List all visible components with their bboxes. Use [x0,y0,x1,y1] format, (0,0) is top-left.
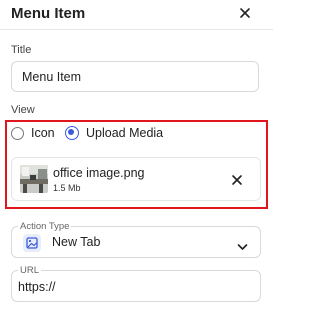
image-icon [23,234,41,252]
dialog-title: Menu Item [11,5,86,22]
dialog-header: Menu Item [0,0,273,30]
remove-file-icon[interactable] [231,173,243,185]
file-thumbnail [20,165,48,193]
url-label: URL [18,265,42,276]
uploaded-file-card: office image.png 1.5 Mb [11,157,261,201]
radio-button-unchecked[interactable] [11,126,24,140]
file-size: 1.5 Mb [53,183,81,193]
radio-icon-option[interactable]: Icon [11,123,55,143]
radio-button-checked[interactable] [65,126,79,140]
radio-icon-label: Icon [31,126,55,140]
action-type-select[interactable]: Action Type New Tab [11,221,261,258]
title-label: Title [11,44,32,56]
url-field[interactable]: URL [11,265,261,302]
view-label: View [11,104,35,116]
close-icon[interactable] [237,5,253,21]
chevron-down-icon[interactable] [237,238,248,250]
title-input[interactable] [11,61,259,92]
radio-upload-media-label: Upload Media [86,126,164,140]
file-name: office image.png [53,166,145,180]
radio-upload-media-option[interactable]: Upload Media [65,123,163,143]
action-type-value: New Tab [52,235,101,249]
action-type-label: Action Type [18,221,72,232]
url-input[interactable] [18,278,254,296]
